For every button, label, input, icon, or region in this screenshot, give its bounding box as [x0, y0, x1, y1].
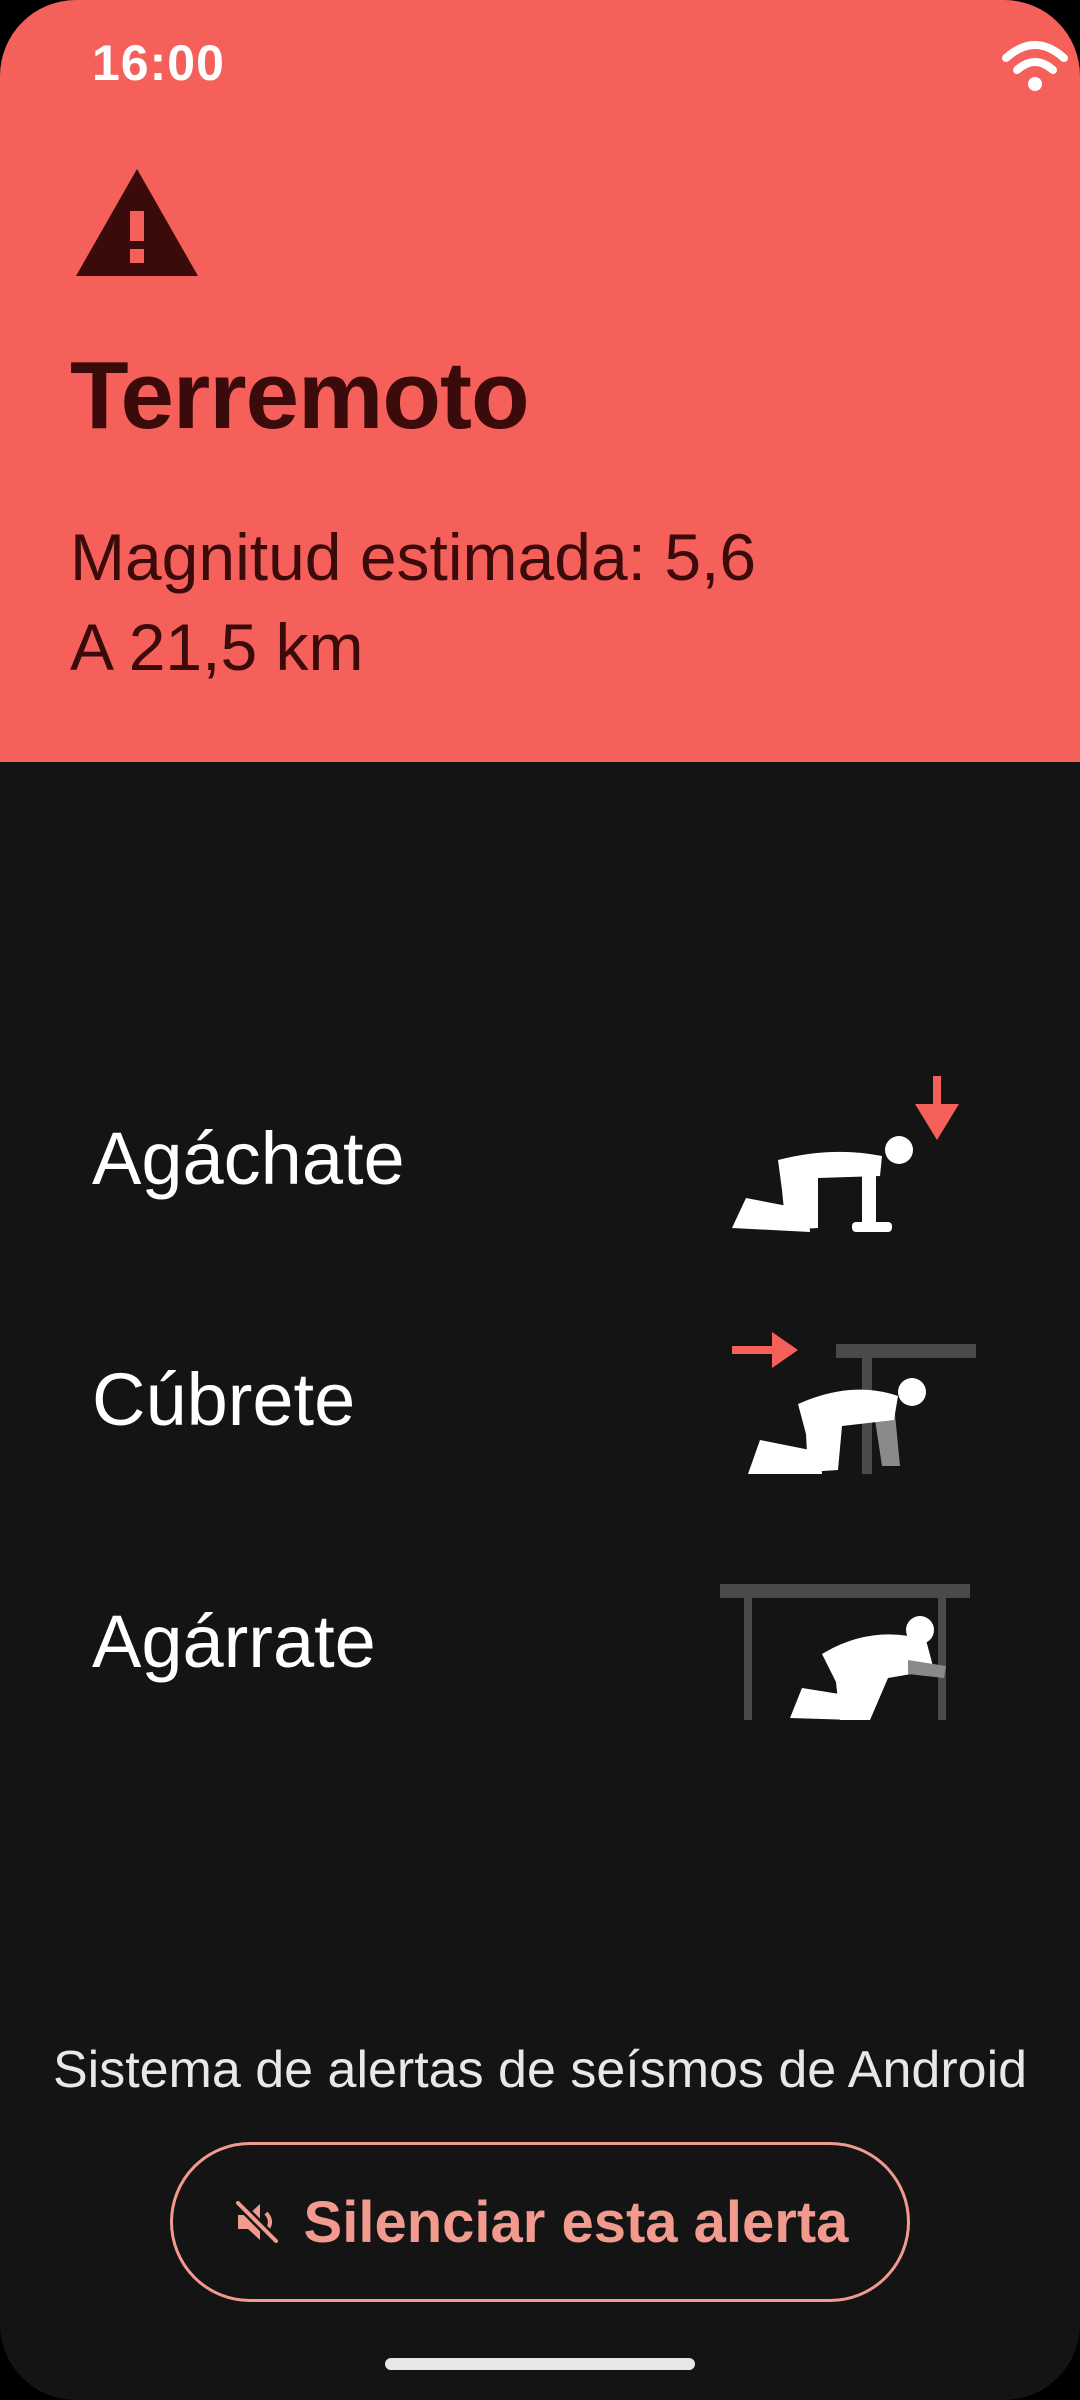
hold-on-illustration: [720, 1584, 970, 1720]
distance: A 21,5 km: [70, 610, 364, 684]
estimated-magnitude: Magnitud estimada: 5,6: [70, 520, 757, 594]
wifi-icon: [1002, 41, 1068, 91]
volume-off-icon: [234, 2199, 279, 2245]
mute-alert-button[interactable]: Silenciar esta alerta: [170, 2142, 910, 2302]
step-drop-label: Agáchate: [92, 1117, 405, 1200]
cover-illustration: [732, 1332, 976, 1474]
warning-triangle-icon: [76, 169, 198, 276]
phone-screen: 16:00 Terremoto Magnitud estimada: 5,6 A…: [0, 0, 1080, 2400]
alert-header: 16:00 Terremoto Magnitud estimada: 5,6 A…: [0, 0, 1080, 762]
status-time: 16:00: [92, 35, 225, 91]
step-cover-label: Cúbrete: [92, 1358, 356, 1441]
step-hold-label: Agárrate: [92, 1600, 376, 1683]
mute-alert-label: Silenciar esta alerta: [303, 2189, 849, 2255]
home-indicator[interactable]: [385, 2358, 695, 2370]
alert-title: Terremoto: [70, 342, 530, 449]
system-label: Sistema de alertas de seísmos de Android: [52, 2041, 1028, 2099]
drop-illustration: [732, 1076, 959, 1232]
